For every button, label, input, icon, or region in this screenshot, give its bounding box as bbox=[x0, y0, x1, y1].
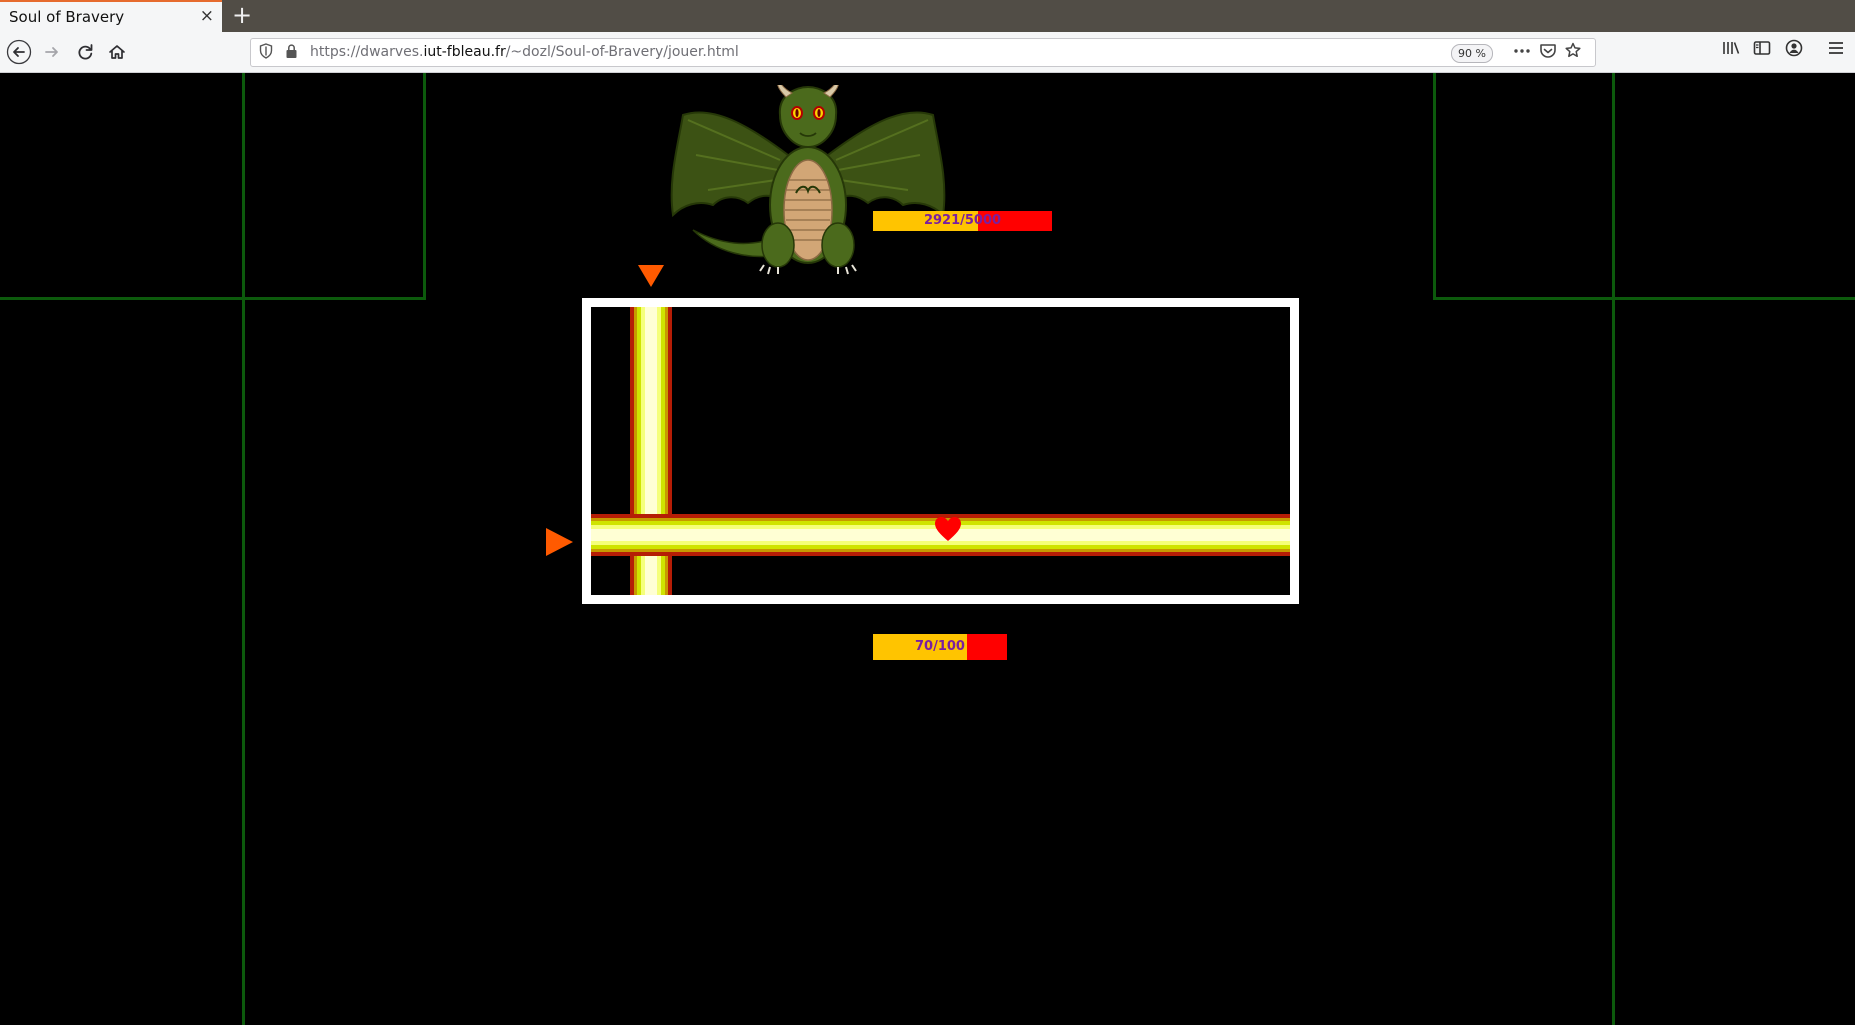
dragon-boss-sprite bbox=[670, 85, 946, 275]
tab-strip: Soul of Bravery × + bbox=[0, 0, 1855, 32]
pocket-icon[interactable] bbox=[1539, 41, 1557, 65]
url-path: /~dozl/Soul-of-Bravery/jouer.html bbox=[505, 44, 739, 60]
player-health-text: 70/100 bbox=[915, 639, 965, 654]
battle-box[interactable] bbox=[582, 298, 1299, 604]
grid-line-left-horizontal bbox=[0, 297, 426, 300]
lock-icon[interactable] bbox=[285, 43, 298, 63]
row-warning-arrow bbox=[546, 528, 573, 556]
player-heart-soul[interactable] bbox=[934, 516, 962, 542]
navigation-toolbar: https://dwarves.iut-fbleau.fr/~dozl/Soul… bbox=[0, 32, 1855, 73]
url-text[interactable]: https://dwarves.iut-fbleau.fr/~dozl/Soul… bbox=[310, 44, 739, 60]
grid-line-right-box-vertical bbox=[1433, 73, 1436, 300]
boss-health-text: 2921/5000 bbox=[923, 213, 1002, 228]
reload-icon[interactable] bbox=[72, 39, 98, 65]
account-icon[interactable] bbox=[1784, 37, 1804, 63]
tab-title: Soul of Bravery bbox=[9, 8, 125, 26]
shield-icon[interactable] bbox=[259, 43, 273, 63]
url-prefix: https://dwarves. bbox=[310, 44, 424, 60]
library-icon[interactable] bbox=[1721, 37, 1741, 63]
grid-line-right-horizontal bbox=[1433, 297, 1855, 300]
menu-icon[interactable] bbox=[1826, 37, 1846, 63]
grid-line-left-vertical bbox=[242, 73, 245, 1025]
url-bar[interactable]: https://dwarves.iut-fbleau.fr/~dozl/Soul… bbox=[250, 38, 1596, 67]
column-warning-arrow bbox=[638, 265, 664, 287]
url-host: iut-fbleau.fr bbox=[423, 44, 506, 60]
sidebar-icon[interactable] bbox=[1752, 37, 1772, 63]
more-icon[interactable] bbox=[1513, 41, 1531, 65]
bookmark-star-icon[interactable] bbox=[1564, 41, 1582, 65]
close-tab-icon[interactable]: × bbox=[200, 7, 214, 25]
game-page[interactable]: 2921/5000 70/100 bbox=[0, 73, 1855, 1025]
home-icon[interactable] bbox=[104, 39, 130, 65]
player-health-bar: 70/100 bbox=[873, 634, 1007, 660]
forward-icon[interactable] bbox=[39, 39, 65, 65]
new-tab-button[interactable]: + bbox=[232, 3, 252, 27]
back-icon[interactable] bbox=[6, 39, 32, 65]
grid-line-left-box-vertical bbox=[423, 73, 426, 300]
zoom-level-badge[interactable]: 90 % bbox=[1451, 44, 1493, 63]
grid-line-right-vertical bbox=[1612, 73, 1615, 1025]
boss-health-bar: 2921/5000 bbox=[873, 211, 1052, 231]
active-tab[interactable]: Soul of Bravery × bbox=[0, 0, 222, 32]
